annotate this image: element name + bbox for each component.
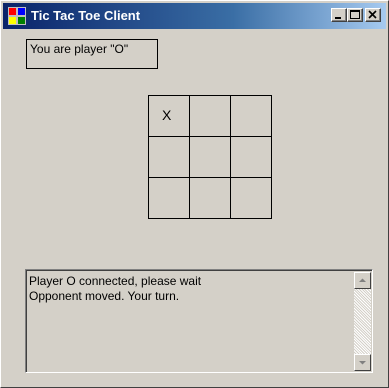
scroll-up-arrow-icon xyxy=(359,278,366,282)
minimize-icon xyxy=(335,17,341,19)
board-cell-4[interactable] xyxy=(148,136,190,178)
scroll-up-button[interactable] xyxy=(354,272,371,289)
log-text: Player O connected, please wait Opponent… xyxy=(29,274,349,304)
window-title: Tic Tac Toe Client xyxy=(31,8,141,23)
board-cell-8[interactable] xyxy=(189,177,231,219)
board-cell-5[interactable] xyxy=(189,136,231,178)
board-cell-6[interactable] xyxy=(230,136,272,178)
app-icon xyxy=(8,7,26,25)
board-cell-2[interactable] xyxy=(189,95,231,137)
close-icon xyxy=(368,10,377,19)
board-cell-9[interactable] xyxy=(230,177,272,219)
minimize-button[interactable] xyxy=(331,8,347,22)
scroll-down-button[interactable] xyxy=(354,354,371,371)
cell-mark: X xyxy=(162,107,172,123)
log-line: Player O connected, please wait xyxy=(29,274,202,288)
player-label: You are player "O" xyxy=(26,39,158,69)
close-button[interactable] xyxy=(365,8,381,22)
message-log[interactable]: Player O connected, please wait Opponent… xyxy=(25,269,373,373)
board-cell-3[interactable] xyxy=(230,95,272,137)
maximize-icon xyxy=(350,10,360,19)
scroll-down-arrow-icon xyxy=(359,361,366,365)
title-bar[interactable]: Tic Tac Toe Client xyxy=(3,3,386,29)
maximize-button[interactable] xyxy=(347,8,363,22)
board-cell-7[interactable] xyxy=(148,177,190,219)
app-window: Tic Tac Toe Client You are player "O" X xyxy=(0,0,389,388)
board-cell-1[interactable]: X xyxy=(148,95,190,137)
vertical-scrollbar[interactable] xyxy=(354,272,371,371)
game-board: X xyxy=(148,95,272,219)
log-line: Opponent moved. Your turn. xyxy=(29,289,180,303)
